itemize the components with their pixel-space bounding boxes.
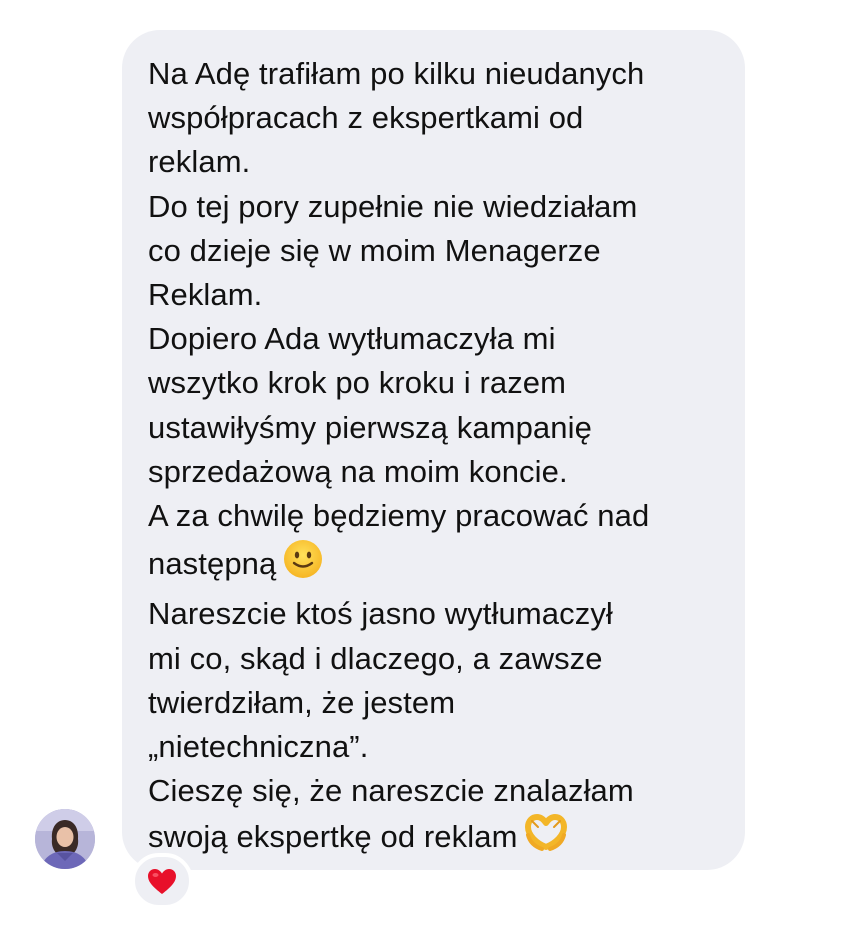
sender-avatar[interactable] bbox=[35, 809, 95, 869]
reaction-badge[interactable] bbox=[131, 853, 193, 909]
message-paragraph: A za chwilę będziemy pracować nad następ… bbox=[148, 498, 650, 582]
smiling-face-emoji-icon bbox=[282, 538, 324, 592]
message-paragraph: Dopiero Ada wytłumaczyła mi wszytko krok… bbox=[148, 321, 592, 489]
avatar-portrait-icon bbox=[35, 809, 95, 869]
heart-hands-emoji-icon bbox=[524, 813, 568, 865]
message-paragraph: Do tej pory zupełnie nie wiedziałam co d… bbox=[148, 188, 638, 313]
message-paragraph: Na Adę trafiłam po kilku nieudanych wspó… bbox=[148, 56, 645, 180]
message-bubble[interactable]: Na Adę trafiłam po kilku nieudanych wspó… bbox=[122, 30, 745, 870]
red-heart-icon bbox=[148, 868, 176, 894]
message-paragraph: Nareszcie ktoś jasno wytłumaczył mi co, … bbox=[148, 596, 613, 765]
message-text: Na Adę trafiłam po kilku nieudanych wspó… bbox=[148, 52, 725, 866]
